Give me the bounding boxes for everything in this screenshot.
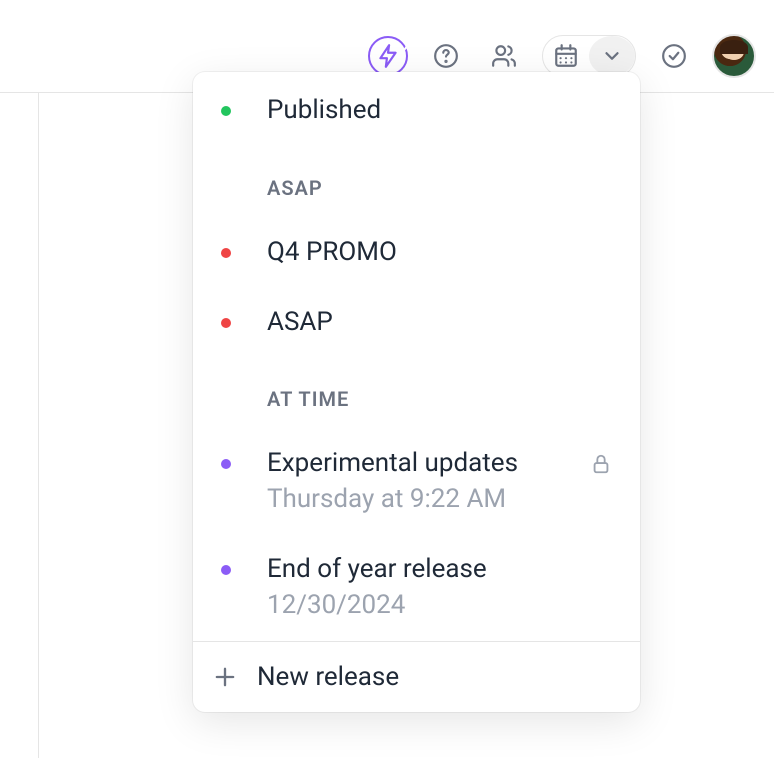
new-release-label: New release <box>257 662 399 692</box>
section-label-at-time: AT TIME <box>221 357 612 429</box>
status-dot-red <box>221 248 231 258</box>
release-title: Experimental updates <box>267 447 582 481</box>
release-subtitle: Thursday at 9:22 AM <box>267 483 582 517</box>
release-title: Q4 PROMO <box>267 236 612 270</box>
release-title: Published <box>267 94 612 128</box>
release-item-q4-promo[interactable]: Q4 PROMO <box>221 218 612 288</box>
lightning-icon[interactable] <box>368 36 408 76</box>
release-subtitle: 12/30/2024 <box>267 589 612 623</box>
status-dot-red <box>221 318 231 328</box>
release-title: End of year release <box>267 553 612 587</box>
people-icon[interactable] <box>484 36 524 76</box>
lock-icon <box>590 453 612 479</box>
status-dot-purple <box>221 565 231 575</box>
release-item-published[interactable]: Published <box>221 94 612 146</box>
help-icon[interactable] <box>426 36 466 76</box>
release-content: ASAP <box>267 306 612 340</box>
release-title: ASAP <box>267 306 612 340</box>
status-dot-green <box>221 106 231 116</box>
new-release-button[interactable]: New release <box>193 641 640 712</box>
release-content: End of year release 12/30/2024 <box>267 553 612 623</box>
plus-icon <box>211 663 239 691</box>
release-item-experimental[interactable]: Experimental updates Thursday at 9:22 AM <box>221 429 612 535</box>
release-content: Published <box>267 94 612 128</box>
avatar[interactable] <box>712 34 756 78</box>
status-dot-purple <box>221 459 231 469</box>
release-item-asap[interactable]: ASAP <box>221 288 612 358</box>
calendar-group <box>542 35 636 77</box>
check-icon[interactable] <box>654 36 694 76</box>
calendar-icon[interactable] <box>543 36 589 76</box>
release-content: Experimental updates Thursday at 9:22 AM <box>267 447 582 517</box>
left-border <box>38 92 39 758</box>
release-content: Q4 PROMO <box>267 236 612 270</box>
dropdown-body: Published ASAP Q4 PROMO ASAP AT TIME Exp… <box>193 94 640 641</box>
release-item-end-of-year[interactable]: End of year release 12/30/2024 <box>221 535 612 641</box>
releases-dropdown: Published ASAP Q4 PROMO ASAP AT TIME Exp… <box>193 72 640 712</box>
section-label-asap: ASAP <box>221 146 612 218</box>
chevron-down-icon[interactable] <box>589 36 635 76</box>
